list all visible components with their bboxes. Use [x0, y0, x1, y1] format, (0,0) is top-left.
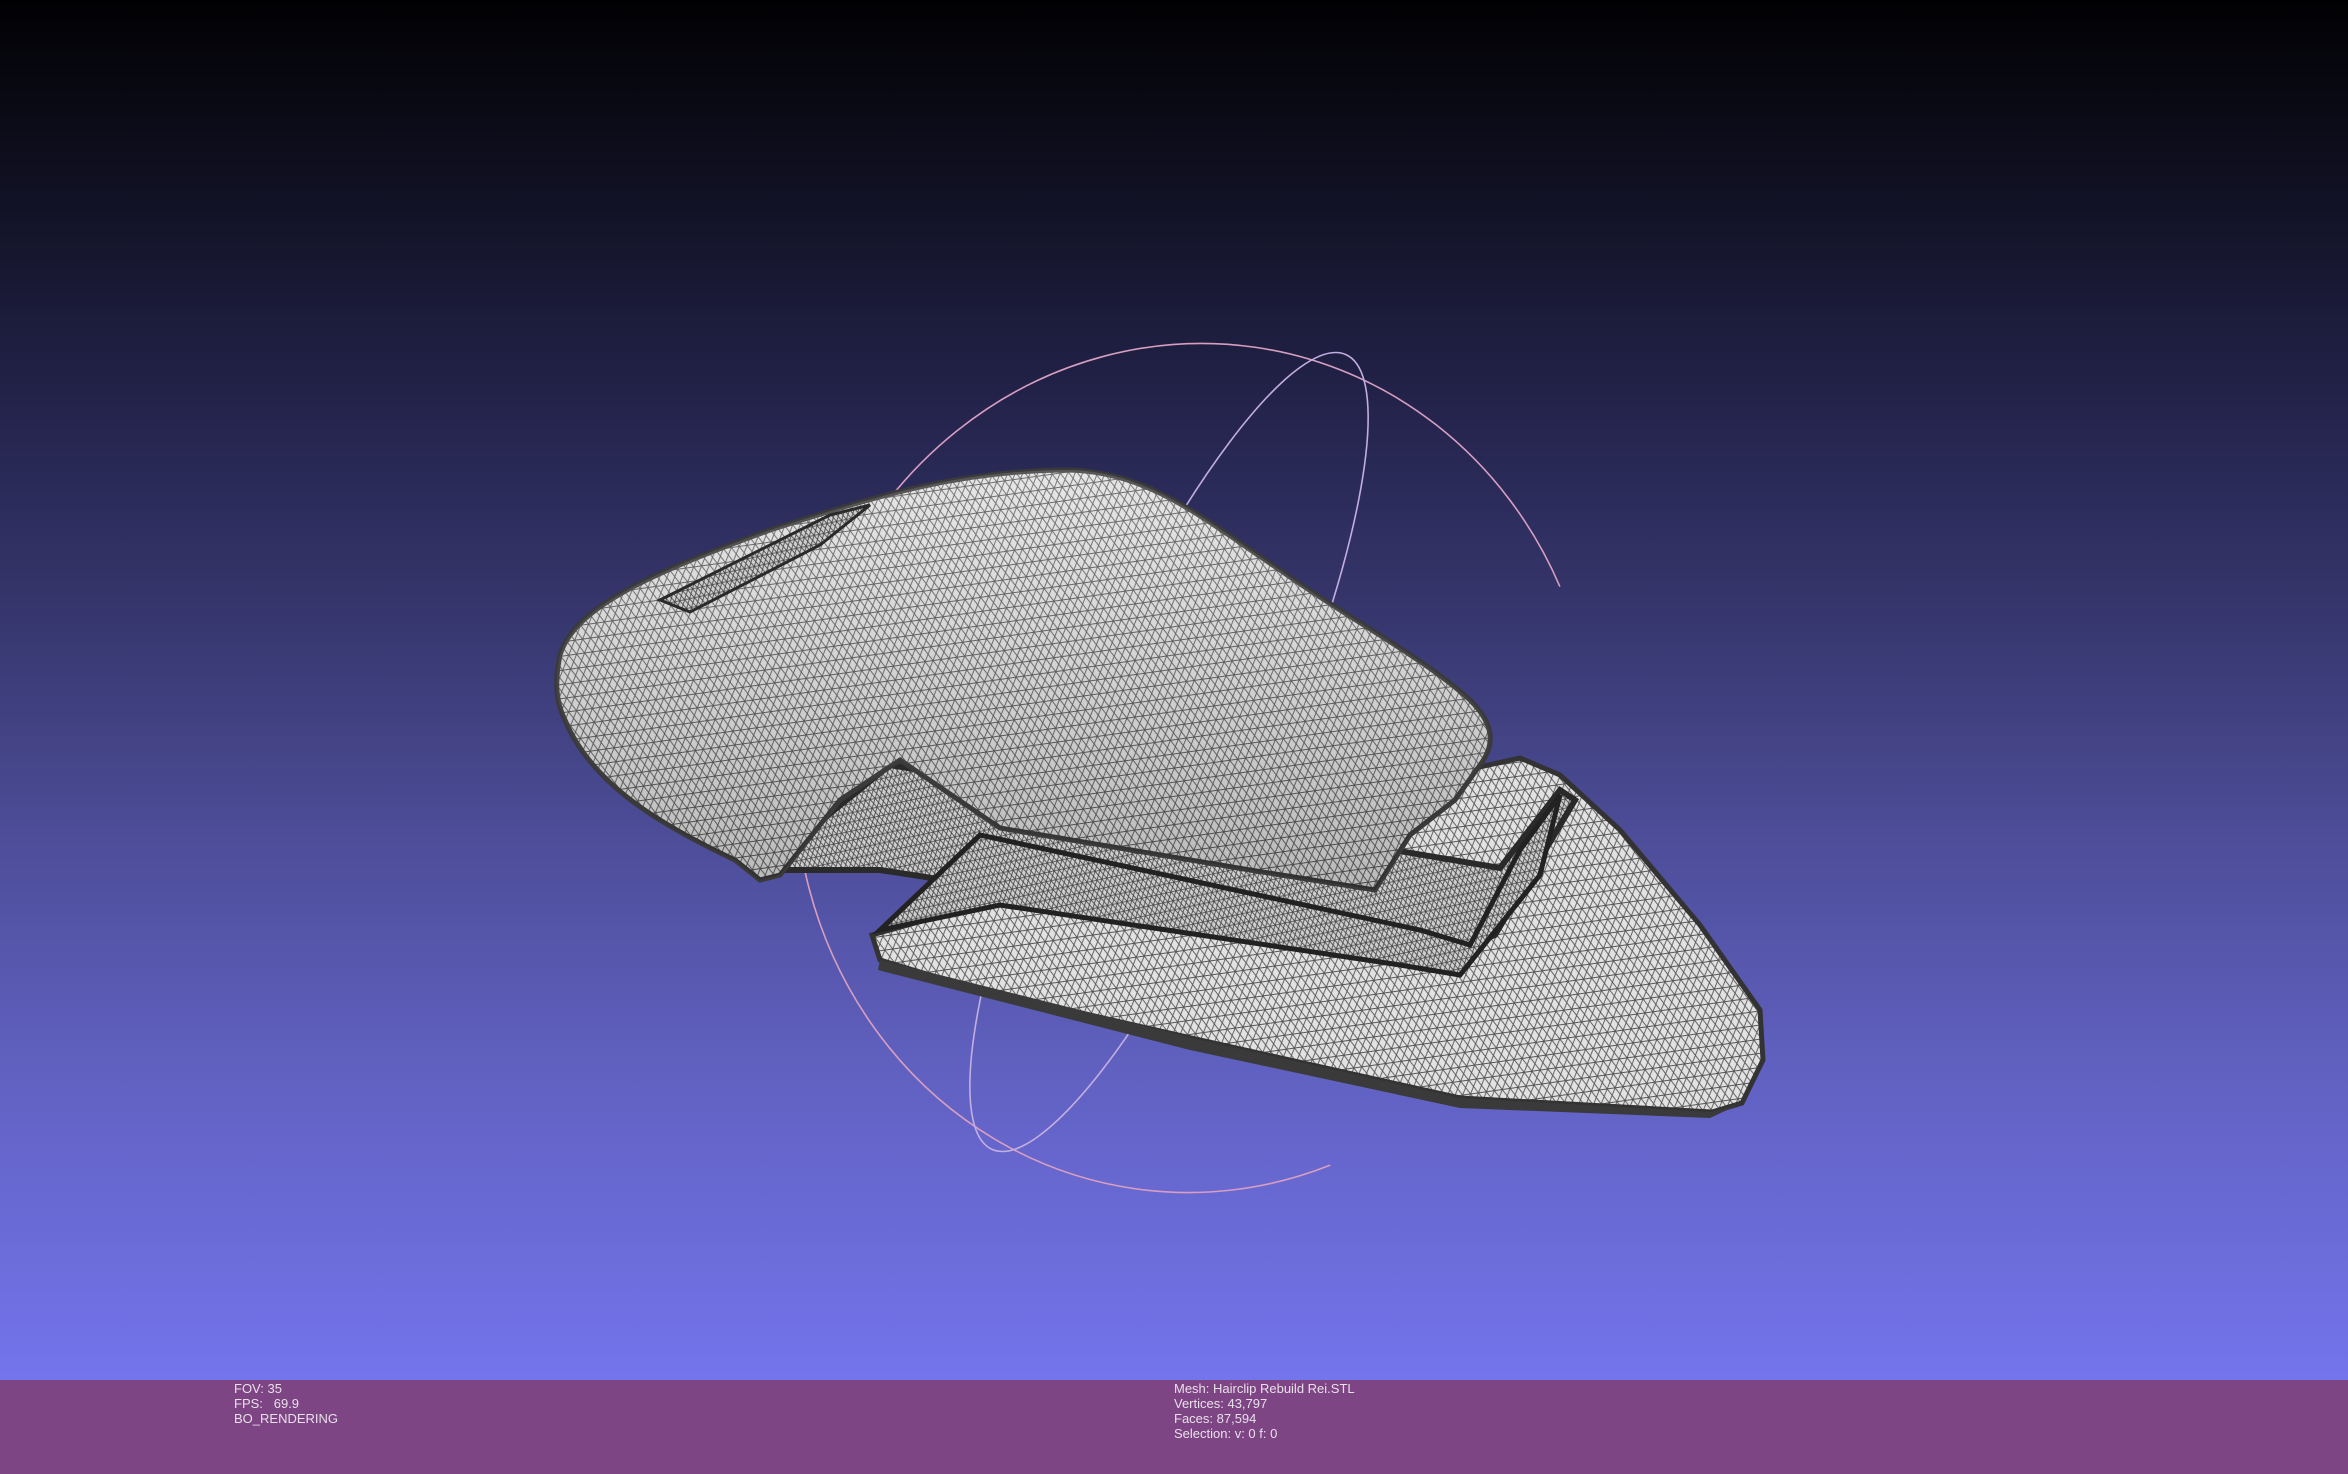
- mesh-name-readout: Mesh: Hairclip Rebuild Rei.STL: [1174, 1381, 1355, 1396]
- fov-readout: FOV: 35: [234, 1381, 282, 1396]
- selection-readout: Selection: v: 0 f: 0: [1174, 1426, 1278, 1441]
- mesh-shading: [556, 470, 1491, 890]
- render-mode-readout: BO_RENDERING: [234, 1411, 339, 1426]
- wireframe-mesh-model-icon[interactable]: [554, 467, 1766, 1118]
- scene-canvas[interactable]: [0, 0, 2348, 1380]
- faces-readout: Faces: 87,594: [1174, 1411, 1257, 1426]
- fps-readout: FPS: 69.9: [234, 1396, 300, 1411]
- render-info-panel: FOV: 35 FPS: 69.9 BO_RENDERING: [234, 1381, 338, 1426]
- 3d-viewport[interactable]: [0, 0, 2348, 1380]
- vertices-readout: Vertices: 43,797: [1174, 1396, 1268, 1411]
- mesh-info-panel: Mesh: Hairclip Rebuild Rei.STL Vertices:…: [1174, 1381, 1355, 1441]
